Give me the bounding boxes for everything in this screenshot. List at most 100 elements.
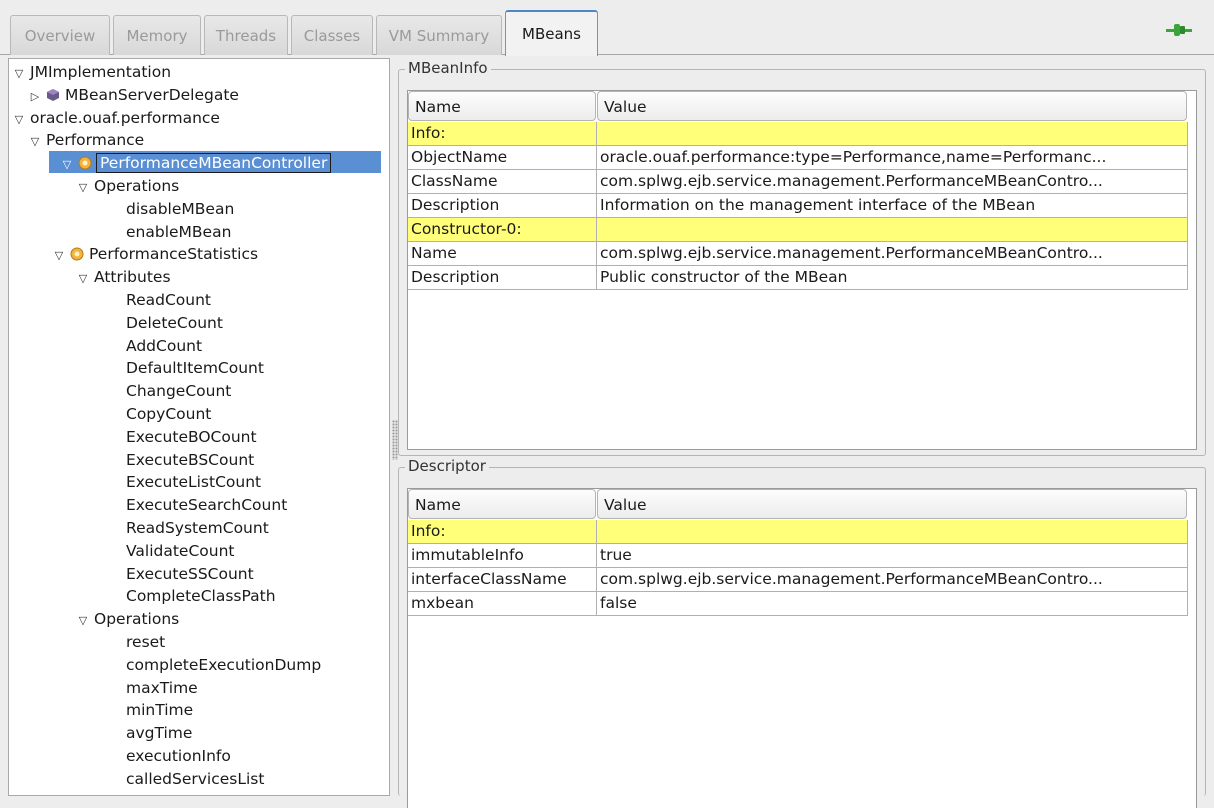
descriptor-table[interactable]: Name Value Info: immutableInfo true interfa…: [407, 488, 1197, 808]
tree-node[interactable]: avgTime: [108, 722, 192, 744]
table-row[interactable]: Description Public constructor of the MBe…: [408, 266, 1188, 290]
tree-node[interactable]: ▽ oracle.ouaf.performance: [12, 107, 220, 129]
tree-node[interactable]: disableMBean: [108, 198, 234, 220]
tree-node[interactable]: CompleteClassPath: [108, 585, 276, 607]
cell-value: com.splwg.ejb.service.management.Perform…: [597, 242, 1188, 266]
tree-node[interactable]: ExecuteSSCount: [108, 563, 254, 585]
tree-node-label: ChangeCount: [126, 382, 232, 401]
tree-node[interactable]: ▽ PerformanceStatistics: [52, 243, 258, 265]
table-row[interactable]: interfaceClassName com.splwg.ejb.service.…: [408, 568, 1188, 592]
tree-node[interactable]: ExecuteBOCount: [108, 426, 257, 448]
cell-value: [597, 218, 1188, 242]
table-row[interactable]: immutableInfo true: [408, 544, 1188, 568]
cell-value: com.splwg.ejb.service.management.Perform…: [597, 568, 1188, 592]
tree-node[interactable]: executionInfo: [108, 745, 231, 767]
tab-mbeans[interactable]: MBeans: [505, 10, 598, 56]
table-row[interactable]: Info:: [408, 520, 1188, 544]
table-row[interactable]: Info:: [408, 122, 1188, 146]
tree-node[interactable]: ReadCount: [108, 289, 211, 311]
column-header-value[interactable]: Value: [597, 91, 1187, 121]
tree-node[interactable]: minTime: [108, 699, 193, 721]
mbeaninfo-title: MBeanInfo: [405, 59, 491, 77]
column-header-name[interactable]: Name: [408, 91, 596, 121]
tab-vm-summary[interactable]: VM Summary: [376, 15, 502, 55]
tree-node[interactable]: DefaultItemCount: [108, 357, 264, 379]
tree-node[interactable]: ▽ Operations: [76, 608, 179, 630]
tree-node[interactable]: ▽ Operations: [76, 175, 179, 197]
tree-node-label: PerformanceMBeanController: [95, 153, 332, 174]
mbean-icon: [47, 88, 59, 101]
tab-overview[interactable]: Overview: [10, 15, 110, 55]
table-row[interactable]: Description Information on the management…: [408, 194, 1188, 218]
expand-toggle-icon[interactable]: ▽: [28, 131, 42, 153]
column-header-value[interactable]: Value: [597, 489, 1187, 519]
tree-node[interactable]: ▽ JMImplementation: [12, 61, 171, 83]
cell-name: mxbean: [408, 592, 597, 616]
tree-node-label: Operations: [94, 610, 180, 629]
tree-node-label: enableMBean: [126, 222, 232, 241]
tree-node[interactable]: calledServicesList: [108, 768, 264, 790]
column-header-name[interactable]: Name: [408, 489, 596, 519]
cell-value: false: [597, 592, 1188, 616]
tree-node[interactable]: ▽ Attributes: [76, 266, 171, 288]
cell-value: com.splwg.ejb.service.management.Perform…: [597, 170, 1188, 194]
tree-node[interactable]: ChangeCount: [108, 380, 231, 402]
tree-node[interactable]: ExecuteSearchCount: [108, 494, 287, 516]
tree-node[interactable]: ExecuteListCount: [108, 471, 261, 493]
tree-node[interactable]: reset: [108, 631, 165, 653]
tree-node-label: ExecuteBSCount: [126, 450, 255, 469]
tab-threads[interactable]: Threads: [204, 15, 288, 55]
tree-node-label: CopyCount: [126, 405, 212, 423]
expand-toggle-icon[interactable]: ▽: [76, 177, 90, 199]
connection-status-icon[interactable]: [1166, 22, 1192, 38]
table-row[interactable]: Name com.splwg.ejb.service.management.Per…: [408, 242, 1188, 266]
tree-node-label: AddCount: [126, 336, 203, 355]
cell-value: Public constructor of the MBean: [597, 266, 1188, 290]
tree-node[interactable]: maxTime: [108, 677, 198, 699]
tree-node[interactable]: ▷ MBeanServerDelegate: [28, 84, 239, 106]
tree-node[interactable]: ValidateCount: [108, 540, 235, 562]
tab-memory[interactable]: Memory: [113, 15, 201, 55]
tree-node[interactable]: CopyCount: [108, 403, 211, 425]
mbean-tree[interactable]: ▽ JMImplementation ▷ MBeanServerDelegate ▽ or…: [8, 58, 390, 796]
tree-node-label: avgTime: [126, 724, 193, 743]
tree-node[interactable]: ▽ PerformanceMBeanController: [60, 152, 332, 176]
cell-name: Description: [408, 266, 597, 290]
cell-name: Info:: [408, 122, 597, 146]
tree-node-label: Operations: [94, 177, 180, 195]
expand-toggle-icon[interactable]: ▽: [76, 610, 90, 632]
tree-node[interactable]: DeleteCount: [108, 312, 223, 334]
tree-node[interactable]: ▽ Performance: [28, 129, 144, 151]
tab-classes[interactable]: Classes: [291, 15, 373, 55]
cell-value: Information on the management interface …: [597, 194, 1188, 218]
tree-node-label: Attributes: [94, 268, 171, 287]
tree-node[interactable]: AddCount: [108, 335, 202, 357]
collapse-toggle-icon[interactable]: ▷: [28, 86, 42, 108]
expand-toggle-icon[interactable]: ▽: [60, 154, 74, 176]
tree-node-label: calledServicesList: [126, 769, 265, 788]
tree-node-label: MBeanServerDelegate: [65, 85, 239, 104]
cell-name: Name: [408, 242, 597, 266]
tab-bar: Overview Memory Threads Classes VM Summa…: [0, 0, 1214, 56]
table-row[interactable]: Constructor-0:: [408, 218, 1188, 242]
tree-node[interactable]: completeExecutionDump: [108, 654, 321, 676]
expand-toggle-icon[interactable]: ▽: [76, 268, 90, 290]
tree-node[interactable]: enableMBean: [108, 221, 231, 243]
table-row[interactable]: mxbean false: [408, 592, 1188, 616]
tree-node-label: maxTime: [126, 678, 198, 697]
table-row[interactable]: ClassName com.splwg.ejb.service.managemen…: [408, 170, 1188, 194]
tree-node-label: ExecuteSSCount: [126, 564, 254, 583]
expand-toggle-icon[interactable]: ▽: [52, 245, 66, 267]
tree-node-label: minTime: [126, 701, 194, 720]
cell-name: ObjectName: [408, 146, 597, 170]
table-row[interactable]: ObjectName oracle.ouaf.performance:type=P…: [408, 146, 1188, 170]
mbeaninfo-table[interactable]: Name Value Info: ObjectName oracle.ouaf.pe…: [407, 90, 1197, 450]
expand-toggle-icon[interactable]: ▽: [12, 63, 26, 85]
tree-node[interactable]: ExecuteBSCount: [108, 449, 254, 471]
tree-node-label: ExecuteBOCount: [126, 427, 257, 446]
tree-node-label: CompleteClassPath: [126, 587, 276, 606]
tree-node-label: ExecuteSearchCount: [126, 496, 288, 515]
tree-node[interactable]: ReadSystemCount: [108, 517, 269, 539]
tree-node-label: executionInfo: [126, 747, 231, 765]
expand-toggle-icon[interactable]: ▽: [12, 109, 26, 131]
